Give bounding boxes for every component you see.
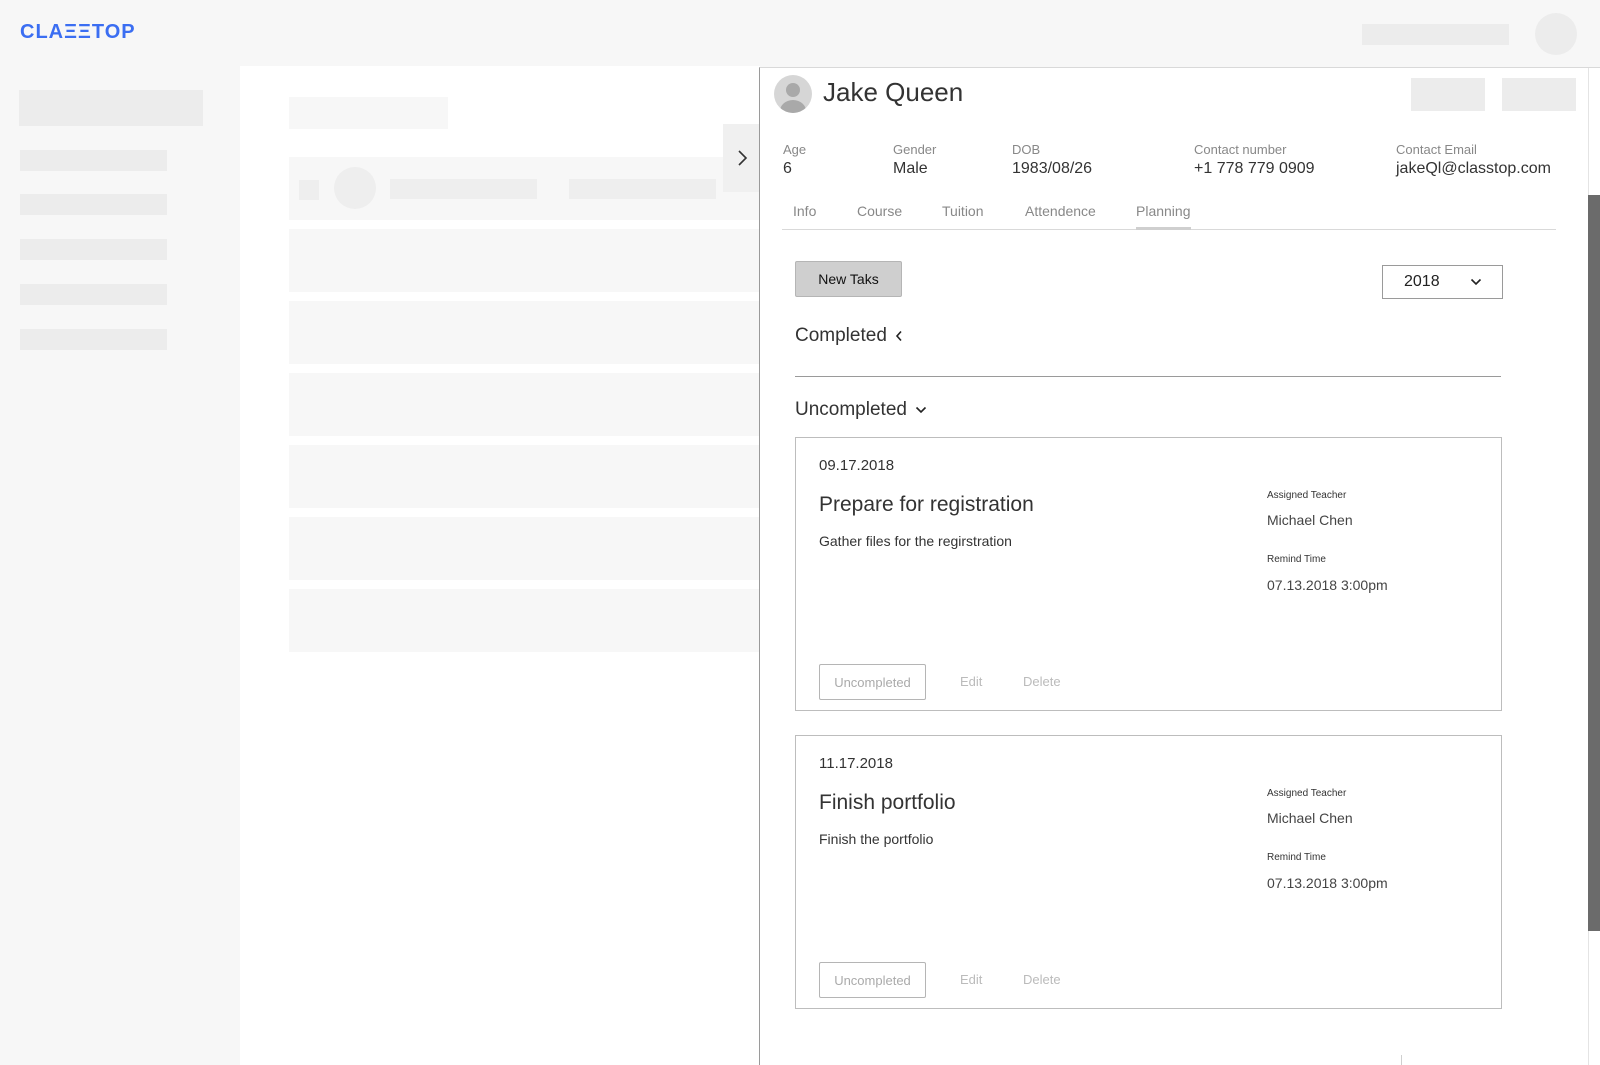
delete-task-link[interactable]: Delete bbox=[1023, 674, 1061, 689]
tab-attendence[interactable]: Attendence bbox=[1025, 203, 1096, 230]
table-row[interactable] bbox=[289, 589, 759, 652]
divider-mark bbox=[1401, 1055, 1402, 1065]
edit-task-link[interactable]: Edit bbox=[960, 674, 982, 689]
task-description: Finish the portfolio bbox=[819, 831, 934, 847]
task-description: Gather files for the regirstration bbox=[819, 533, 1012, 549]
chevron-down-icon bbox=[915, 406, 927, 414]
delete-task-link[interactable]: Delete bbox=[1023, 972, 1061, 987]
chevron-down-icon bbox=[1470, 278, 1482, 286]
new-task-button[interactable]: New Taks bbox=[795, 261, 902, 297]
table-row[interactable] bbox=[289, 229, 759, 292]
completed-section-toggle[interactable]: Completed bbox=[795, 325, 903, 347]
tab-info[interactable]: Info bbox=[793, 203, 816, 230]
assigned-teacher-value: Michael Chen bbox=[1267, 512, 1353, 528]
scrollbar-track[interactable] bbox=[1588, 68, 1600, 1065]
remind-time-value: 07.13.2018 3:00pm bbox=[1267, 577, 1388, 593]
collapse-panel-button[interactable] bbox=[723, 124, 760, 192]
student-avatar bbox=[774, 75, 812, 113]
task-title: Finish portfolio bbox=[819, 791, 956, 814]
top-search-placeholder bbox=[1362, 24, 1509, 45]
tab-planning[interactable]: Planning bbox=[1136, 203, 1191, 230]
assigned-teacher-value: Michael Chen bbox=[1267, 810, 1353, 826]
gender-value: Male bbox=[893, 160, 928, 177]
contact-email-label: Contact Email bbox=[1396, 142, 1477, 157]
table-row[interactable] bbox=[289, 373, 759, 436]
list-title-placeholder bbox=[289, 97, 448, 129]
sidebar-item-placeholder[interactable] bbox=[20, 194, 167, 215]
table-row[interactable] bbox=[289, 445, 759, 508]
task-date: 11.17.2018 bbox=[819, 755, 893, 772]
student-detail-panel: Jake Queen Age 6 Gender Male DOB 1983/08… bbox=[759, 67, 1600, 1065]
checkbox-placeholder[interactable] bbox=[299, 180, 319, 200]
table-row[interactable] bbox=[289, 301, 759, 364]
age-label: Age bbox=[783, 142, 807, 157]
remind-time-label: Remind Time bbox=[1267, 554, 1326, 565]
app-logo[interactable]: CLAΞΞTOP bbox=[20, 21, 136, 44]
chevron-left-icon bbox=[895, 330, 902, 342]
user-icon bbox=[780, 83, 806, 113]
sidebar-item-placeholder[interactable] bbox=[20, 284, 167, 305]
tab-tuition[interactable]: Tuition bbox=[942, 203, 984, 230]
tab-course[interactable]: Course bbox=[857, 203, 902, 230]
task-date: 09.17.2018 bbox=[819, 457, 895, 474]
contact-number-value: +1 778 779 0909 bbox=[1194, 160, 1315, 177]
assigned-teacher-label: Assigned Teacher bbox=[1267, 490, 1347, 501]
gender-label: Gender bbox=[893, 142, 937, 157]
user-avatar[interactable] bbox=[1535, 13, 1577, 55]
task-title: Prepare for registration bbox=[819, 493, 1034, 516]
dob-value: 1983/08/26 bbox=[1012, 160, 1093, 177]
chevron-right-icon bbox=[737, 150, 747, 166]
table-row[interactable] bbox=[289, 517, 759, 580]
scrollbar-thumb[interactable] bbox=[1588, 195, 1600, 931]
tab-bar: Info Course Tuition Attendence Planning bbox=[782, 195, 1556, 230]
task-card: 09.17.2018 Prepare for registration Gath… bbox=[795, 437, 1502, 711]
header-action-button[interactable] bbox=[1411, 78, 1485, 111]
edit-task-link[interactable]: Edit bbox=[960, 972, 982, 987]
text-placeholder bbox=[569, 179, 716, 199]
sidebar-item-placeholder[interactable] bbox=[20, 150, 167, 171]
header-action-button[interactable] bbox=[1502, 78, 1576, 111]
sidebar-item-placeholder[interactable] bbox=[20, 239, 167, 260]
uncompleted-section-title: Uncompleted bbox=[795, 399, 907, 420]
remind-time-value: 07.13.2018 3:00pm bbox=[1267, 875, 1388, 891]
sidebar-header-placeholder bbox=[19, 90, 203, 126]
task-card: 11.17.2018 Finish portfolio Finish the p… bbox=[795, 735, 1502, 1009]
remind-time-label: Remind Time bbox=[1267, 852, 1326, 863]
year-select-value: 2018 bbox=[1404, 273, 1440, 290]
contact-email-value: jakeQl@classtop.com bbox=[1396, 160, 1551, 177]
assigned-teacher-label: Assigned Teacher bbox=[1267, 788, 1347, 799]
text-placeholder bbox=[390, 179, 537, 199]
top-bar: CLAΞΞTOP bbox=[0, 0, 1600, 66]
avatar-placeholder bbox=[334, 167, 376, 209]
contact-number-label: Contact number bbox=[1194, 142, 1287, 157]
uncompleted-section-toggle[interactable]: Uncompleted bbox=[795, 399, 927, 421]
mark-status-button[interactable]: Uncompleted bbox=[819, 962, 926, 998]
student-name: Jake Queen bbox=[823, 77, 964, 107]
completed-section-title: Completed bbox=[795, 325, 887, 346]
age-value: 6 bbox=[783, 160, 792, 177]
sidebar-item-placeholder[interactable] bbox=[20, 329, 167, 350]
dob-label: DOB bbox=[1012, 142, 1041, 157]
mark-status-button[interactable]: Uncompleted bbox=[819, 664, 926, 700]
year-select[interactable]: 2018 bbox=[1382, 265, 1503, 299]
section-divider bbox=[795, 376, 1501, 377]
